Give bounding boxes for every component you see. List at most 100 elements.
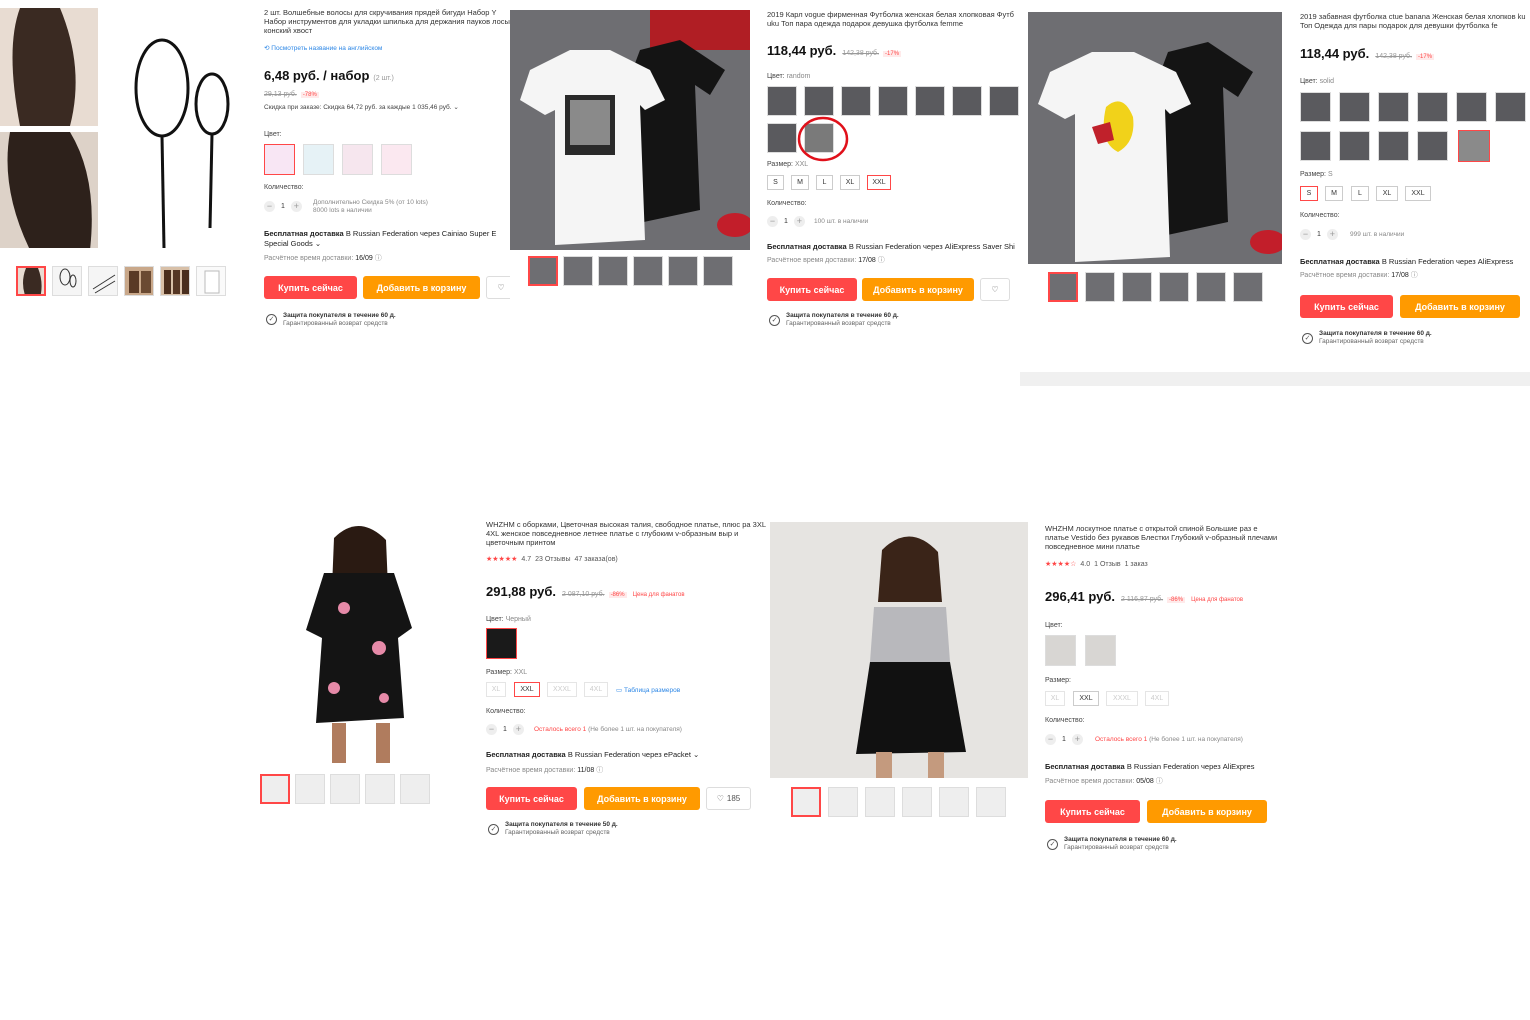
wishlist-button[interactable]: ♡ 185 [706,787,751,810]
size-option-xl[interactable]: XL [486,682,506,697]
color-swatch[interactable] [1085,635,1116,666]
shipping-info[interactable]: Бесплатная доставка В Russian Federation… [1300,257,1513,266]
main-image[interactable] [770,522,1028,778]
color-swatch[interactable] [989,86,1019,116]
size-option-xxl[interactable]: XXL [1073,691,1099,706]
plus-icon[interactable]: + [290,201,302,212]
thumbnail[interactable] [1159,272,1189,302]
color-swatch[interactable] [1456,92,1487,122]
color-swatch[interactable] [342,144,373,175]
color-swatch[interactable] [767,86,797,116]
quantity-stepper[interactable]: −1 + [264,201,302,212]
add-to-cart-button[interactable]: Добавить в корзину [1400,295,1520,318]
size-option-xxl[interactable]: XXL [1405,186,1431,201]
shipping-info[interactable]: Бесплатная доставка В Russian Federation… [264,229,496,238]
color-swatch[interactable] [1458,130,1490,162]
color-swatch[interactable] [1417,131,1448,161]
color-swatch[interactable] [804,86,834,116]
size-option-l[interactable]: L [816,175,833,190]
color-swatch[interactable] [486,628,517,659]
buy-now-button[interactable]: Купить сейчас [767,278,857,301]
thumbnail[interactable] [365,774,395,804]
add-to-cart-button[interactable]: Добавить в корзину [862,278,974,301]
plus-icon[interactable]: + [1071,734,1083,745]
order-discount[interactable]: Скидка при заказе: Скидка 64,72 руб. за … [264,103,459,111]
plus-icon[interactable]: + [793,216,805,227]
color-swatch[interactable] [1417,92,1448,122]
thumbnail[interactable] [400,774,430,804]
thumbnail[interactable] [828,787,858,817]
size-option-xxxl[interactable]: XXXL [547,682,577,697]
thumbnail[interactable] [88,266,118,296]
minus-icon[interactable]: − [1300,229,1311,240]
add-to-cart-button[interactable]: Добавить в корзину [584,787,700,810]
thumbnail[interactable] [1196,272,1226,302]
color-swatch[interactable] [1300,92,1331,122]
buy-now-button[interactable]: Купить сейчас [264,276,357,299]
color-swatch[interactable] [767,123,797,153]
quantity-stepper[interactable]: −1 + [486,724,524,735]
size-option-4xl[interactable]: 4XL [1145,691,1169,706]
size-chart-link[interactable]: ▭ Таблица размеров [616,686,680,694]
size-option-m[interactable]: M [791,175,809,190]
main-image[interactable] [0,8,240,250]
thumbnail[interactable] [295,774,325,804]
plus-icon[interactable]: + [512,724,524,735]
minus-icon[interactable]: − [264,201,275,212]
wishlist-button[interactable]: ♡ [486,276,512,299]
shipping-info[interactable]: Бесплатная доставка В Russian Federation… [767,242,1015,251]
thumbnail[interactable] [865,787,895,817]
minus-icon[interactable]: − [1045,734,1056,745]
color-swatch[interactable] [952,86,982,116]
shipping-info[interactable]: Бесплатная доставка В Russian Federation… [486,750,699,759]
english-title-link[interactable]: ⟲ Посмотреть название на английском [264,44,382,52]
thumbnail[interactable] [976,787,1006,817]
size-option-l[interactable]: L [1351,186,1369,201]
thumbnail[interactable] [791,787,821,817]
thumbnail[interactable] [1085,272,1115,302]
size-option-xl[interactable]: XL [840,175,860,190]
minus-icon[interactable]: − [486,724,497,735]
color-swatch[interactable] [1378,131,1409,161]
quantity-stepper[interactable]: −1 + [767,216,805,227]
color-swatch[interactable] [1045,635,1076,666]
buy-now-button[interactable]: Купить сейчас [1300,295,1393,318]
thumbnail[interactable] [260,774,290,804]
size-option-xxl[interactable]: XXL [514,682,540,697]
buy-now-button[interactable]: Купить сейчас [1045,800,1140,823]
thumbnail[interactable] [1122,272,1152,302]
thumbnail[interactable] [196,266,226,296]
size-option-xxxl[interactable]: XXXL [1106,691,1138,706]
color-swatch[interactable] [878,86,908,116]
wishlist-button[interactable]: ♡ [980,278,1010,301]
color-swatch[interactable] [303,144,334,175]
quantity-stepper[interactable]: −1 + [1045,734,1083,745]
shipping-info[interactable]: Бесплатная доставка В Russian Federation… [1045,762,1254,771]
size-option-s[interactable]: S [1300,186,1318,201]
thumbnail[interactable] [1048,272,1078,302]
thumbnail[interactable] [633,256,663,286]
thumbnail[interactable] [668,256,698,286]
thumbnail[interactable] [1233,272,1263,302]
rating-row[interactable]: ★★★★★ 4.7 23 Отзывы 47 заказа(ов) [486,555,618,563]
thumbnail[interactable] [939,787,969,817]
size-option-xl[interactable]: XL [1045,691,1065,706]
size-option-xxl[interactable]: XXL [867,175,891,190]
thumbnail[interactable] [598,256,628,286]
thumbnail[interactable] [330,774,360,804]
quantity-stepper[interactable]: −1 + [1300,229,1338,240]
thumbnail[interactable] [124,266,154,296]
main-image[interactable] [1028,12,1286,264]
size-option-m[interactable]: M [1325,186,1343,201]
add-to-cart-button[interactable]: Добавить в корзину [1147,800,1267,823]
color-swatch[interactable] [381,144,412,175]
shipping-info-cont[interactable]: Special Goods ⌄ [264,239,321,248]
minus-icon[interactable]: − [767,216,778,227]
thumbnail[interactable] [902,787,932,817]
thumbnail[interactable] [52,266,82,296]
plus-icon[interactable]: + [1326,229,1338,240]
color-swatch[interactable] [1339,131,1370,161]
color-swatch[interactable] [841,86,871,116]
buy-now-button[interactable]: Купить сейчас [486,787,577,810]
thumbnail[interactable] [16,266,46,296]
